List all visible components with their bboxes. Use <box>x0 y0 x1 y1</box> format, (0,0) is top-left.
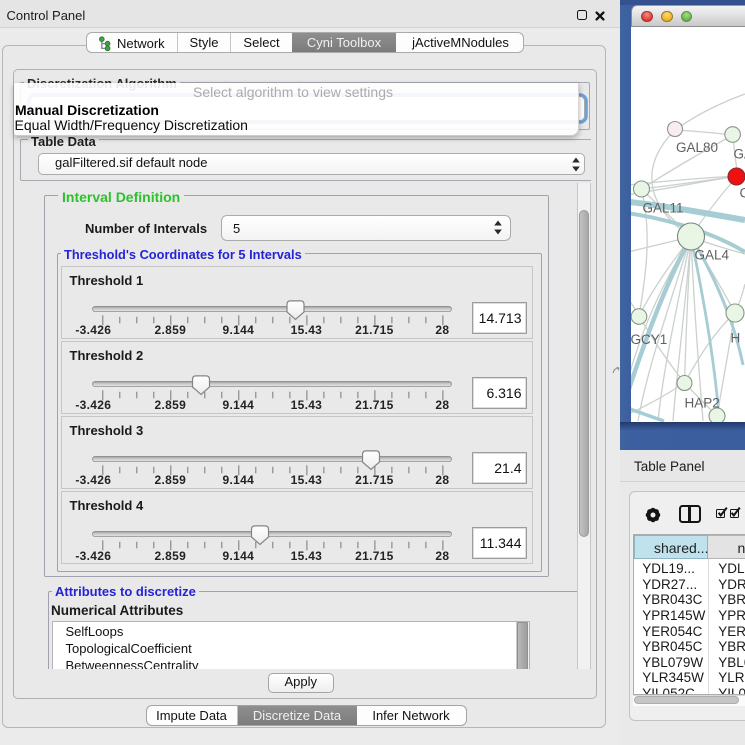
svg-text:GAL4: GAL4 <box>695 248 730 263</box>
svg-text:GAL80: GAL80 <box>676 140 718 155</box>
svg-text:GA: GA <box>734 147 745 162</box>
svg-text:GCY1: GCY1 <box>631 332 667 347</box>
svg-text:H: H <box>731 331 741 346</box>
svg-text:GAL11: GAL11 <box>643 201 684 216</box>
svg-text:HAP2: HAP2 <box>685 396 720 411</box>
svg-text:C: C <box>740 186 745 201</box>
